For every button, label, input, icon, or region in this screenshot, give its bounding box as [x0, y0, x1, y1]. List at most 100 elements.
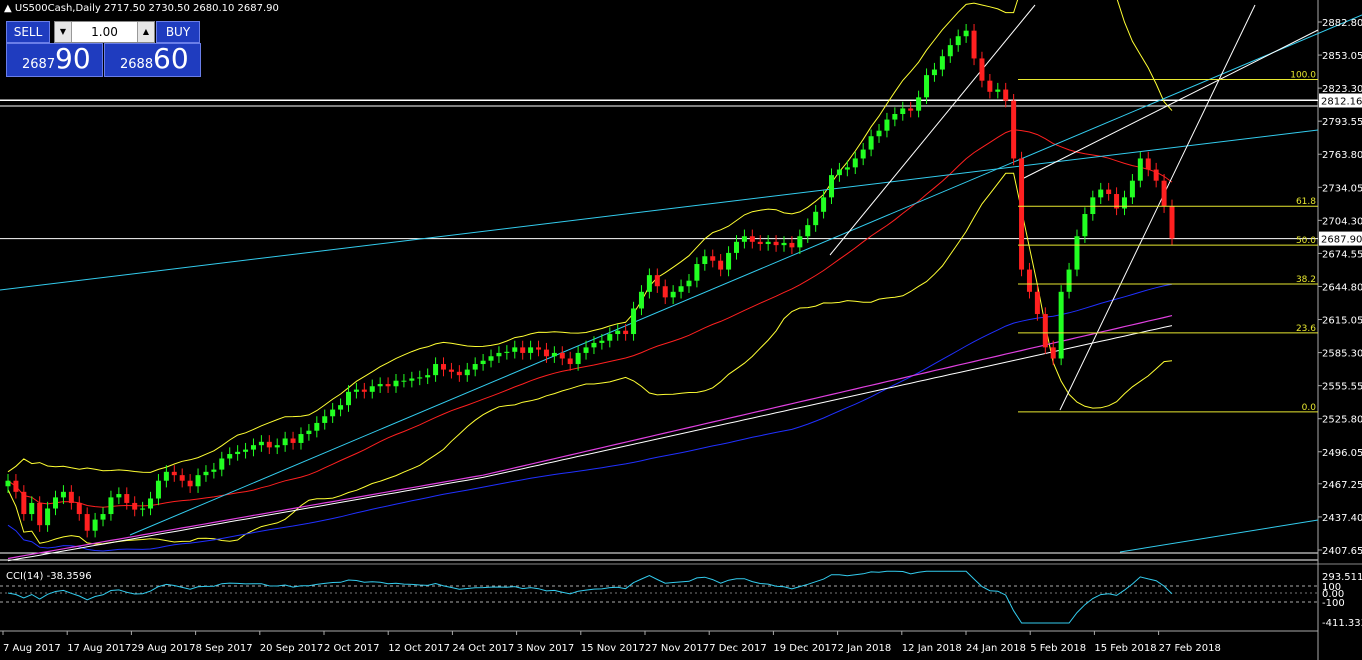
candle-body: [1090, 197, 1096, 215]
candle-body: [290, 438, 296, 443]
candle-body: [1058, 291, 1064, 359]
candle-body: [456, 371, 462, 376]
candle-body: [662, 286, 668, 298]
buy-price-box[interactable]: 2688 60: [104, 42, 201, 77]
candle-body: [377, 384, 383, 387]
lot-size-stepper[interactable]: ▼ 1.00 ▲: [54, 21, 155, 43]
candle-body: [615, 330, 621, 335]
candle-body: [45, 508, 51, 526]
candle-body: [963, 30, 969, 37]
candle-body: [1161, 180, 1167, 207]
candle-body: [227, 454, 233, 459]
price-tick-label: 2674.55: [1322, 249, 1362, 260]
price-tick-label: 2437.40: [1322, 513, 1362, 524]
candle-body: [1082, 214, 1088, 237]
price-tick-label: 2734.05: [1322, 183, 1362, 194]
candle-body: [797, 236, 803, 248]
candle-body: [559, 352, 565, 359]
candle-body: [947, 45, 953, 57]
candle-body: [353, 389, 359, 392]
candle-body: [148, 498, 154, 509]
time-tick-label: 20 Sep 2017: [260, 643, 323, 654]
candle-body: [749, 236, 755, 242]
buy-button[interactable]: BUY: [156, 21, 200, 43]
candle-body: [179, 475, 185, 481]
symbol-header: ▲ US500Cash,Daily 2717.50 2730.50 2680.1…: [4, 3, 279, 14]
symbol-info: US500Cash,Daily 2717.50 2730.50 2680.10 …: [14, 3, 279, 14]
time-tick-label: 15 Feb 2018: [1094, 643, 1156, 654]
lot-increase-icon[interactable]: ▲: [137, 22, 154, 42]
candle-body: [995, 89, 1001, 92]
fib-level-label: 38.2: [1296, 275, 1316, 285]
candle-body: [718, 260, 724, 270]
time-tick-label: 27 Nov 2017: [645, 643, 709, 654]
time-tick-label: 2 Oct 2017: [324, 643, 379, 654]
candle-body: [765, 241, 771, 245]
candle-body: [37, 502, 43, 526]
candle-body: [488, 356, 494, 361]
candle-body: [924, 75, 930, 98]
candle-body: [512, 347, 518, 352]
candle-body: [425, 375, 431, 378]
candle-body: [1145, 158, 1151, 170]
candle-body: [298, 434, 304, 443]
candle-body: [13, 480, 19, 492]
time-tick-label: 17 Aug 2017: [67, 643, 131, 654]
candle-body: [829, 175, 835, 198]
sell-button[interactable]: SELL: [6, 21, 50, 43]
time-tick-label: 15 Nov 2017: [581, 643, 645, 654]
candle-body: [338, 405, 344, 410]
candle-body: [1050, 347, 1056, 359]
candle-body: [187, 480, 193, 487]
lot-decrease-icon[interactable]: ▼: [55, 22, 72, 42]
candle-body: [1003, 89, 1009, 101]
price-tick-label: 2704.30: [1322, 216, 1362, 227]
candle-body: [496, 352, 502, 357]
candle-body: [591, 342, 597, 348]
candle-body: [536, 347, 542, 350]
candle-body: [464, 369, 470, 376]
price-chart[interactable]: 100.0 61.8 50.0 38.2 23.6 0.0 2882.80 2853.05 2…: [0, 0, 1362, 660]
candle-body: [931, 69, 937, 76]
fib-level-label: 50.0: [1296, 236, 1316, 246]
time-tick-label: 19 Dec 2017: [773, 643, 837, 654]
price-tick-label: 2555.55: [1322, 382, 1362, 393]
time-tick-label: 8 Sep 2017: [196, 643, 253, 654]
fib-level-label: 0.0: [1302, 403, 1317, 413]
candle-body: [733, 241, 739, 253]
candle-body: [60, 491, 66, 498]
candle-body: [211, 469, 217, 472]
candle-body: [417, 377, 423, 379]
sell-price-box[interactable]: 2687 90: [6, 42, 103, 77]
cci-label: CCI(14) -38.3596: [6, 571, 92, 582]
candle-body: [100, 514, 106, 520]
time-tick-label: 29 Aug 2017: [131, 643, 195, 654]
lot-size-value[interactable]: 1.00: [73, 22, 136, 42]
candle-body: [860, 149, 866, 159]
candle-body: [638, 291, 644, 309]
candle-body: [116, 494, 122, 498]
candle-body: [441, 364, 447, 370]
candle-body: [266, 441, 272, 448]
collapse-triangle-icon[interactable]: ▲: [4, 3, 12, 14]
candle-body: [694, 264, 700, 281]
candle-body: [385, 384, 391, 387]
candle-body: [1169, 206, 1175, 239]
candle-body: [987, 80, 993, 92]
candle-body: [781, 242, 787, 246]
candle-body: [884, 119, 890, 131]
candle-body: [916, 97, 922, 111]
candle-body: [702, 256, 708, 265]
candle-body: [250, 445, 256, 450]
candle-body: [369, 386, 375, 392]
candle-body: [1074, 236, 1080, 270]
price-tick-label: 2793.55: [1322, 117, 1362, 128]
candle-body: [567, 358, 573, 365]
candle-body: [520, 347, 526, 353]
candle-body: [132, 502, 138, 510]
candle-body: [108, 497, 114, 515]
candle-body: [1066, 269, 1072, 292]
price-marker-label: 2812.16: [1321, 96, 1362, 107]
candle-body: [21, 491, 27, 515]
candle-body: [686, 280, 692, 287]
